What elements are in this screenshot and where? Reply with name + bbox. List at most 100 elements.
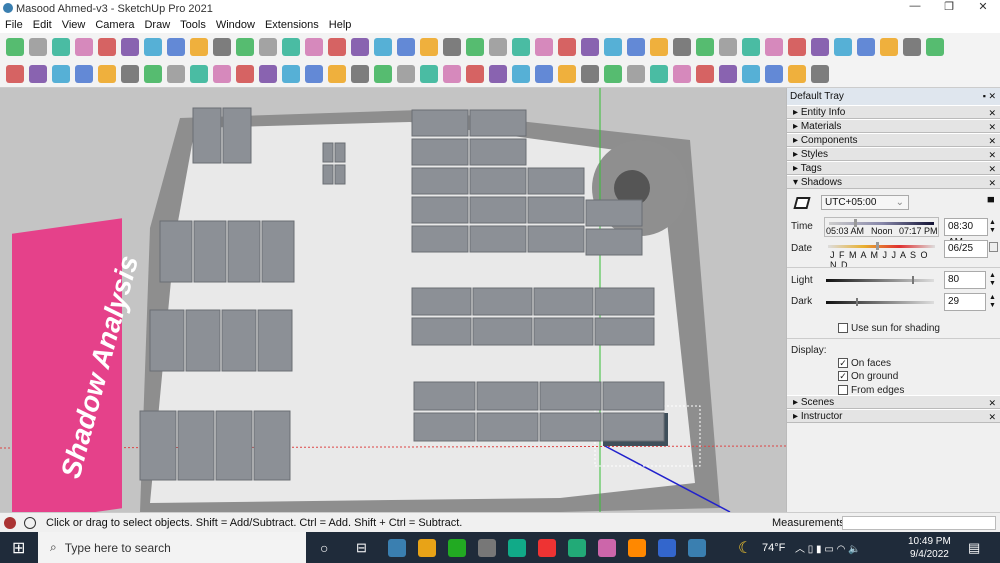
toolbar-tool-icon[interactable] (558, 37, 576, 56)
section-components[interactable]: ▸ Components ✕ (787, 133, 1000, 147)
weather-temp[interactable]: 74°F (762, 542, 785, 554)
toolbar-tool-icon[interactable] (719, 64, 737, 83)
date-slider-thumb[interactable] (876, 242, 879, 250)
toolbar-tool-icon[interactable] (466, 37, 484, 56)
toolbar-tool-icon[interactable] (121, 64, 139, 83)
date-slider[interactable]: J F M A M J J A S O N D (824, 241, 939, 270)
toolbar-tool-icon[interactable] (581, 64, 599, 83)
toolbar-tool-icon[interactable] (558, 64, 576, 83)
menu-window[interactable]: Window (211, 19, 260, 31)
on-ground-checkbox[interactable]: ✓ On ground (838, 371, 898, 382)
taskbar-app-icon[interactable] (628, 538, 646, 557)
taskbar-app-icon[interactable] (538, 538, 556, 557)
close-button[interactable]: ✕ (966, 0, 1000, 17)
toolbar-tool-icon[interactable] (6, 64, 24, 83)
measurements-input[interactable] (842, 516, 996, 530)
menu-camera[interactable]: Camera (90, 19, 139, 31)
toolbar-tool-icon[interactable] (328, 64, 346, 83)
menu-file[interactable]: File (0, 19, 28, 31)
section-shadows[interactable]: ▾ Shadows ✕ (787, 175, 1000, 189)
toolbar-tool-icon[interactable] (512, 37, 530, 56)
taskbar-app-icon[interactable] (388, 538, 406, 557)
time-spinner[interactable]: ▲ ▼ (989, 219, 996, 235)
taskbar-app-icon[interactable] (508, 538, 526, 557)
taskbar-app-icon[interactable] (598, 538, 616, 557)
toolbar-tool-icon[interactable] (696, 37, 714, 56)
toolbar-tool-icon[interactable] (650, 37, 668, 56)
section-entity-info[interactable]: ▸ Entity Info ✕ (787, 105, 1000, 119)
taskbar-app-icon[interactable] (658, 538, 676, 557)
toolbar-tool-icon[interactable] (397, 64, 415, 83)
toolbar-tool-icon[interactable] (144, 64, 162, 83)
geo-location-icon[interactable] (4, 516, 16, 529)
toolbar-tool-icon[interactable] (926, 37, 944, 56)
toolbar-tool-icon[interactable] (236, 64, 254, 83)
time-slider[interactable]: 05:03 AM Noon 07:17 PM (824, 217, 939, 237)
toolbar-tool-icon[interactable] (880, 37, 898, 56)
clock[interactable]: 10:49 PM 9/4/2022 (908, 535, 951, 561)
on-faces-checkbox[interactable]: ✓ On faces (838, 358, 891, 369)
toolbar-tool-icon[interactable] (213, 64, 231, 83)
taskbar-app-icon[interactable] (478, 538, 496, 557)
time-input[interactable]: 08:30 AM (944, 218, 988, 248)
toolbar-tool-icon[interactable] (512, 64, 530, 83)
toolbar-tool-icon[interactable] (673, 64, 691, 83)
expand-details-icon[interactable]: ▀ (988, 197, 994, 207)
toolbar-tool-icon[interactable] (29, 37, 47, 56)
task-view-icon[interactable]: ○ (320, 540, 328, 556)
toolbar-tool-icon[interactable] (282, 37, 300, 56)
toolbar-tool-icon[interactable] (650, 64, 668, 83)
menu-edit[interactable]: Edit (28, 19, 57, 31)
toolbar-tool-icon[interactable] (167, 64, 185, 83)
section-styles[interactable]: ▸ Styles ✕ (787, 147, 1000, 161)
calendar-icon[interactable] (989, 242, 998, 252)
toolbar-tool-icon[interactable] (121, 37, 139, 56)
toolbar-tool-icon[interactable] (305, 37, 323, 56)
toolbar-tool-icon[interactable] (535, 37, 553, 56)
use-sun-checkbox[interactable]: Use sun for shading (838, 323, 940, 334)
minimize-button[interactable]: — (898, 0, 932, 17)
toolbar-tool-icon[interactable] (788, 37, 806, 56)
toolbar-tool-icon[interactable] (627, 64, 645, 83)
toolbar-tool-icon[interactable] (351, 64, 369, 83)
tray-icons[interactable]: ︿ ▯ ▮ ▭ ◠ 🔈 (795, 540, 861, 555)
toolbar-tool-icon[interactable] (742, 37, 760, 56)
toolbar-tool-icon[interactable] (420, 37, 438, 56)
toolbar-tool-icon[interactable] (765, 37, 783, 56)
toolbar-tool-icon[interactable] (98, 37, 116, 56)
taskbar-app-icon[interactable] (448, 538, 466, 557)
toolbar-tool-icon[interactable] (75, 64, 93, 83)
toolbar-tool-icon[interactable] (259, 64, 277, 83)
toolbar-tool-icon[interactable] (52, 37, 70, 56)
timezone-select[interactable]: UTC+05:00 ⌄ (821, 195, 909, 210)
taskbar-app-icon[interactable] (418, 538, 436, 557)
notifications-icon[interactable]: ▤ (968, 540, 980, 556)
toolbar-tool-icon[interactable] (834, 37, 852, 56)
toolbar-tool-icon[interactable] (52, 64, 70, 83)
toolbar-tool-icon[interactable] (489, 64, 507, 83)
section-tags[interactable]: ▸ Tags ✕ (787, 161, 1000, 175)
toolbar-tool-icon[interactable] (857, 37, 875, 56)
model-viewport[interactable]: Shadow Analysis (0, 88, 786, 512)
toolbar-tool-icon[interactable] (397, 37, 415, 56)
date-input[interactable]: 06/25 (944, 240, 988, 258)
section-instructor[interactable]: ▸ Instructor ✕ (787, 409, 1000, 423)
menu-tools[interactable]: Tools (175, 19, 211, 31)
toolbar-tool-icon[interactable] (788, 64, 806, 83)
info-icon[interactable] (24, 516, 36, 529)
menu-help[interactable]: Help (324, 19, 357, 31)
toolbar-tool-icon[interactable] (6, 37, 24, 56)
toolbar-tool-icon[interactable] (719, 37, 737, 56)
toolbar-tool-icon[interactable] (351, 37, 369, 56)
taskbar-app-icon[interactable] (688, 538, 706, 557)
shadow-toggle-icon[interactable] (793, 197, 811, 209)
toolbar-tool-icon[interactable] (190, 64, 208, 83)
toolbar-tool-icon[interactable] (581, 37, 599, 56)
toolbar-tool-icon[interactable] (374, 37, 392, 56)
toolbar-tool-icon[interactable] (236, 37, 254, 56)
menu-view[interactable]: View (57, 19, 91, 31)
toolbar-tool-icon[interactable] (75, 37, 93, 56)
dark-spinner[interactable]: ▲ ▼ (989, 294, 996, 310)
taskbar-app-icon[interactable] (568, 538, 586, 557)
section-scenes[interactable]: ▸ Scenes ✕ (787, 395, 1000, 409)
